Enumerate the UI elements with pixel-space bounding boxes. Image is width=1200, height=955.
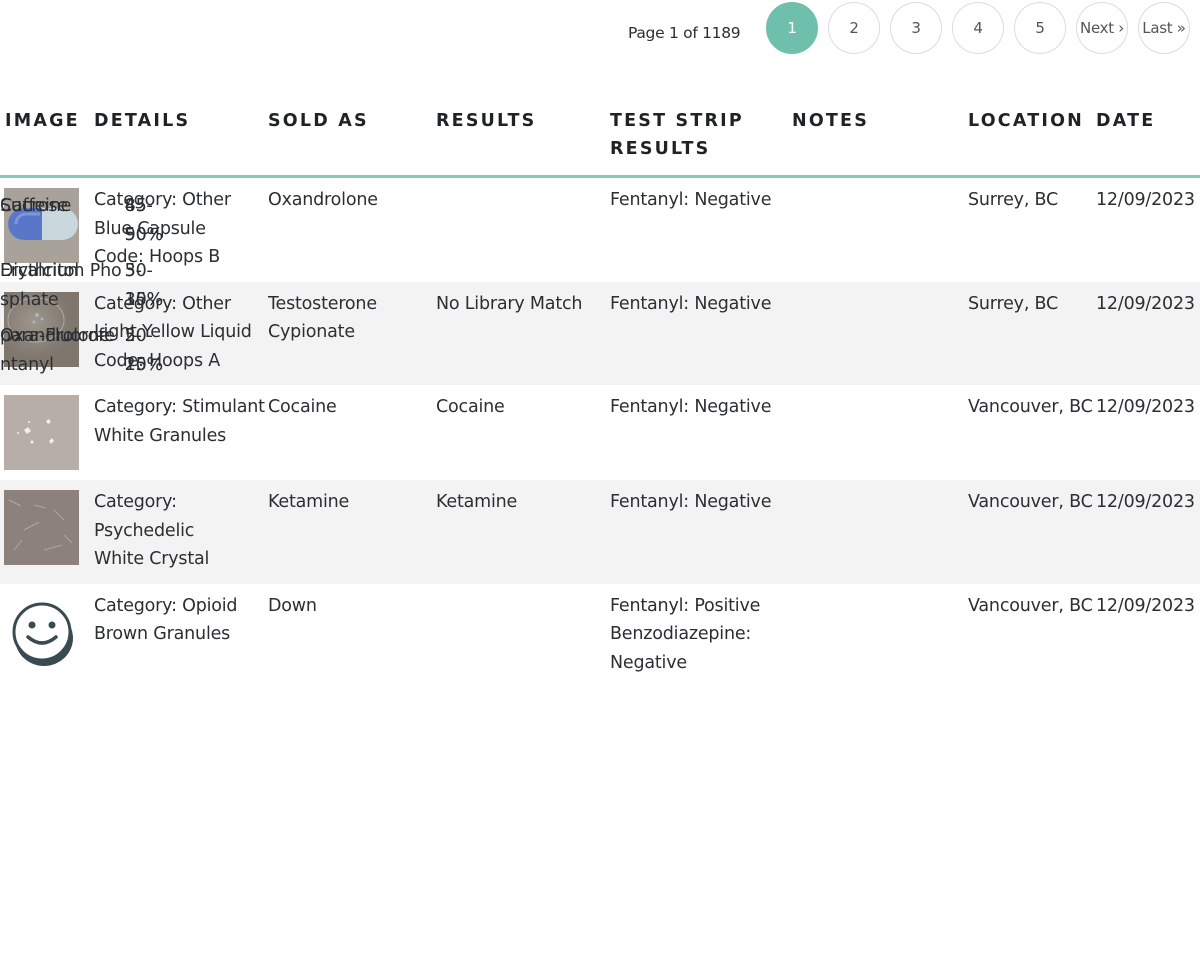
date-cell: 12/09/2023	[1096, 190, 1195, 210]
page-2-button[interactable]: 2	[828, 2, 880, 54]
date-cell: 12/09/2023	[1096, 480, 1200, 584]
sold-as-cell: Ketamine	[268, 480, 436, 584]
test-strip-result: Benzodiazepine: Negative	[610, 624, 752, 673]
location-cell: Surrey, BC	[968, 190, 1059, 210]
results-cell: Cocaine	[436, 397, 505, 417]
test-strip-result: Fentanyl: Negative	[610, 190, 772, 210]
test-strip-cell: Fentanyl: Positive Benzodiazepine: Negati…	[610, 584, 792, 688]
page-5-button[interactable]: 5	[1014, 2, 1066, 54]
date-cell: 12/09/2023	[1096, 595, 1195, 616]
test-strip-cell: Fentanyl: Negative	[610, 385, 792, 480]
sample-image-cell	[0, 385, 94, 480]
result-percent: 45- 50%	[124, 196, 163, 245]
results-cell: Ketamine	[436, 480, 610, 584]
header-notes: NOTES	[792, 96, 968, 178]
pagination: Page 1 of 1189 1 2 3 4 5 Next › Last »	[0, 0, 1200, 56]
details-cell: Category: Psychedelic White Crystal	[94, 480, 268, 584]
page-4-button[interactable]: 4	[952, 2, 1004, 54]
crystal-photo[interactable]	[4, 490, 94, 565]
location-cell: Vancouver, BC	[968, 595, 1093, 616]
location-cell: Surrey, BC	[968, 281, 1096, 385]
table-row: Category: Other Blue Capsule Code: Hoops B…	[0, 177, 1200, 375]
result-item: para-Fluorofentanyl 20- 25%	[0, 322, 170, 387]
table-header-row: IMAGE DETAILS SOLD AS RESULTS TEST STRIP…	[0, 96, 1200, 178]
test-strip-result: Fentanyl: Positive	[610, 595, 761, 616]
notes-cell	[792, 480, 968, 584]
table-row: Category: Opioid Brown Granules Down Caffei…	[0, 196, 1200, 688]
page-1-button[interactable]: 1	[766, 2, 818, 54]
test-strip-result: Fentanyl: Negative	[610, 397, 772, 417]
details-line: White Crystal	[94, 549, 210, 569]
header-results: RESULTS	[436, 96, 610, 178]
results-cell: No Library Match	[436, 281, 610, 385]
header-test-strip-line1: TEST STRIP	[610, 111, 744, 131]
result-item: Erythritol 30- 35%	[0, 257, 170, 322]
date-cell: 12/09/2023	[1096, 397, 1195, 417]
results-cell: Sucrose 85- 90% Dicalcium Phosphate 5- 10% Oxa…	[0, 177, 610, 375]
result-substance: Caffeine	[0, 196, 72, 216]
page-info: Page 1 of 1189	[628, 24, 741, 42]
test-strip-result: Fentanyl: Negative	[610, 492, 772, 512]
granules-photo[interactable]	[4, 395, 94, 470]
header-test-strip-results: TEST STRIP RESULTS	[610, 96, 792, 178]
header-location: LOCATION	[968, 96, 1096, 178]
header-sold-as: SOLD AS	[268, 96, 436, 178]
notes-cell	[792, 177, 968, 282]
notes-cell	[792, 584, 968, 688]
location-cell: Vancouver, BC	[968, 397, 1093, 417]
details-cell: Category: Stimulant White Granules	[94, 385, 268, 480]
details-cell: Category: Opioid Brown Granules	[94, 584, 268, 688]
details-line: Category: Psychedelic	[94, 492, 195, 541]
next-page-button[interactable]: Next ›	[1076, 2, 1128, 54]
test-strip-cell: Fentanyl: Negative	[610, 281, 792, 385]
smiley-pill-icon[interactable]	[4, 594, 94, 669]
result-substance: para-Fluorofentanyl	[0, 326, 115, 375]
header-date: DATE	[1096, 96, 1200, 178]
sold-as-cell: Testosterone Cypionate	[268, 281, 436, 385]
page-3-button[interactable]: 3	[890, 2, 942, 54]
date-cell: 12/09/2023	[1096, 281, 1200, 385]
result-percent: 30- 35%	[124, 261, 163, 310]
sold-as-cell: Oxandrolone	[268, 190, 378, 210]
result-percent: 20- 25%	[124, 326, 163, 375]
details-line: White Granules	[94, 425, 227, 446]
sample-image-cell	[0, 480, 94, 584]
header-image: IMAGE	[0, 96, 94, 178]
results-list: Caffeine 45- 50% Erythritol 30- 35% para-Fluor…	[0, 192, 170, 387]
location-cell: Vancouver, BC	[968, 480, 1096, 584]
notes-cell	[792, 385, 968, 480]
result-item: Caffeine 45- 50%	[0, 192, 170, 257]
last-page-button[interactable]: Last »	[1138, 2, 1190, 54]
sample-image-cell	[0, 584, 94, 688]
details-line: Category: Stimulant	[94, 397, 265, 417]
table-row: Category: Stimulant White Granules Cocaine…	[0, 385, 1200, 480]
header-details: DETAILS	[94, 96, 268, 178]
result-substance: Erythritol	[0, 261, 80, 281]
table-row: Category: Psychedelic White Crystal Ketami…	[0, 480, 1200, 584]
test-strip-cell: Fentanyl: Negative	[610, 177, 792, 282]
sold-as-cell: Down	[268, 595, 317, 616]
results-table: IMAGE DETAILS SOLD AS RESULTS TEST STRIP…	[0, 96, 1200, 687]
notes-cell	[792, 281, 968, 385]
results-cell: Caffeine 45- 50% Erythritol 30- 35% para-Fluor…	[0, 196, 610, 688]
sold-as-cell: Cocaine	[268, 397, 337, 417]
details-line: Category: Opioid	[94, 595, 238, 616]
test-strip-result: Fentanyl: Negative	[610, 293, 772, 314]
header-test-strip-line2: RESULTS	[610, 139, 711, 159]
test-strip-cell: Fentanyl: Negative	[610, 480, 792, 584]
details-line: Brown Granules	[94, 624, 231, 644]
table-row: Category: Other Light Yellow Liquid Code: …	[0, 281, 1200, 385]
